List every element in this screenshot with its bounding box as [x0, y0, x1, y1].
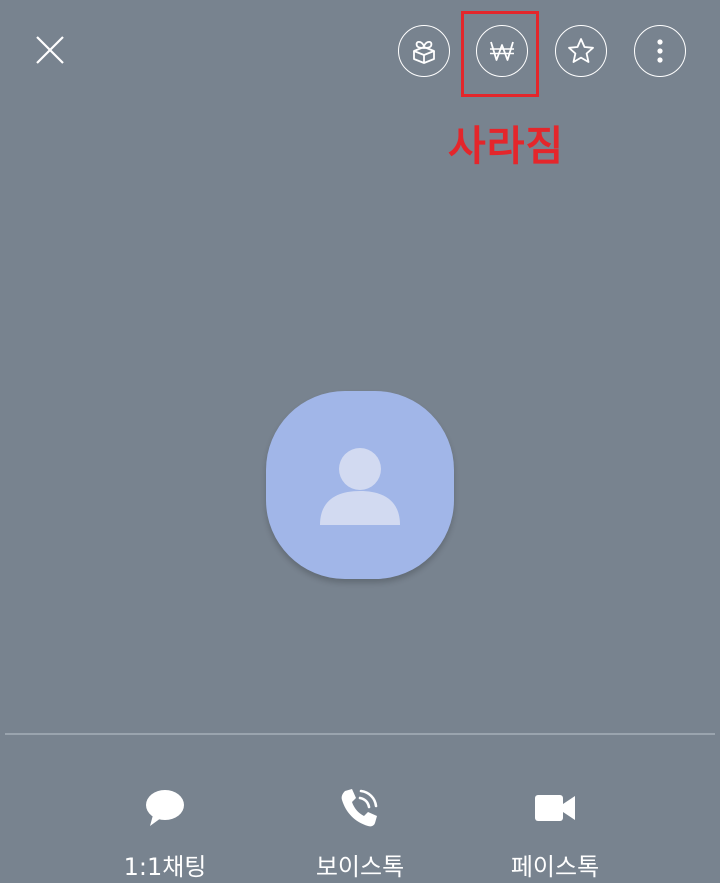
gift-button[interactable]: [398, 25, 450, 77]
chat-label: 1:1채팅: [123, 853, 207, 881]
annotation-text: 사라짐: [448, 122, 565, 170]
chat-button[interactable]: 1:1채팅: [65, 780, 265, 882]
chat-bubble-icon: [146, 790, 184, 826]
phone-call-icon: [341, 789, 378, 827]
face-talk-button[interactable]: 페이스톡: [455, 780, 655, 882]
more-vertical-icon: [657, 39, 663, 63]
close-icon: [36, 36, 64, 64]
divider: [5, 733, 715, 735]
annotation-highlight-box: [461, 11, 539, 97]
voice-talk-button[interactable]: 보이스톡: [260, 780, 460, 882]
gift-box-icon: [413, 40, 435, 64]
face-talk-label: 페이스톡: [510, 853, 600, 881]
profile-avatar[interactable]: [266, 391, 454, 579]
voice-talk-label: 보이스톡: [315, 853, 405, 881]
more-options-button[interactable]: [634, 25, 686, 77]
video-camera-icon: [535, 795, 575, 821]
close-button[interactable]: [26, 26, 74, 74]
star-icon: [568, 38, 594, 63]
person-icon: [320, 448, 400, 525]
favorite-button[interactable]: [555, 25, 607, 77]
